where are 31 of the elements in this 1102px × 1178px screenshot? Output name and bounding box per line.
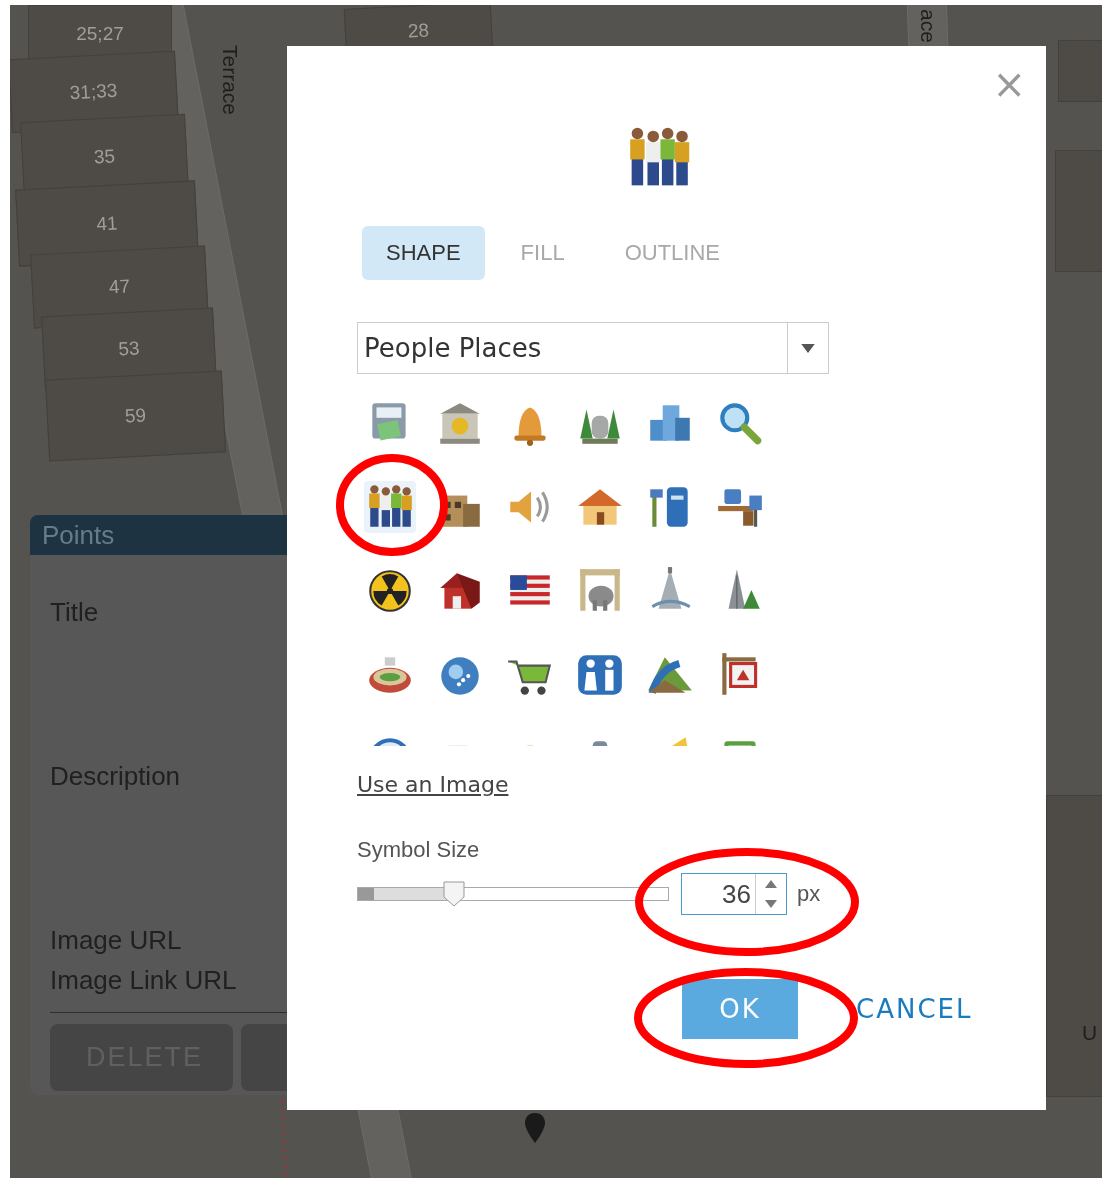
slider-track[interactable] [357, 887, 669, 901]
spin-up-icon[interactable] [765, 880, 777, 888]
spin-down-icon[interactable] [765, 900, 777, 908]
field-label: Title [50, 597, 99, 628]
category-dropdown[interactable]: People Places [357, 322, 829, 374]
building-number: 31;33 [69, 79, 118, 105]
building-number: 59 [124, 404, 147, 428]
tab[interactable]: OUTLINE [600, 226, 744, 280]
building-number: 25;27 [76, 22, 124, 45]
field-label: Description [50, 761, 181, 792]
people-icon[interactable] [364, 481, 416, 533]
tab[interactable]: SHAPE [362, 226, 485, 280]
panel-title: Points [42, 519, 115, 551]
symbol-size-label: Symbol Size [357, 837, 480, 863]
unit-label: px [797, 881, 821, 907]
building-number: 28 [407, 19, 430, 43]
building-number: 35 [93, 144, 116, 169]
size-input[interactable]: 36 [681, 873, 787, 915]
building-number: 47 [108, 275, 131, 299]
cancel-button[interactable]: CANCEL [856, 994, 973, 1024]
ok-button[interactable]: OK [682, 979, 798, 1039]
street-label: Terrace [218, 45, 242, 116]
building-number: 41 [95, 211, 119, 236]
close-button[interactable]: × [988, 64, 1030, 104]
slider-thumb[interactable] [442, 881, 465, 907]
building-number: 53 [117, 337, 141, 361]
use-image-link[interactable]: Use an Image [357, 772, 509, 797]
street-label: ace [916, 9, 940, 43]
caret-icon [801, 343, 815, 353]
tab[interactable]: FILL [496, 226, 589, 280]
map-pin-icon[interactable] [525, 1113, 545, 1143]
